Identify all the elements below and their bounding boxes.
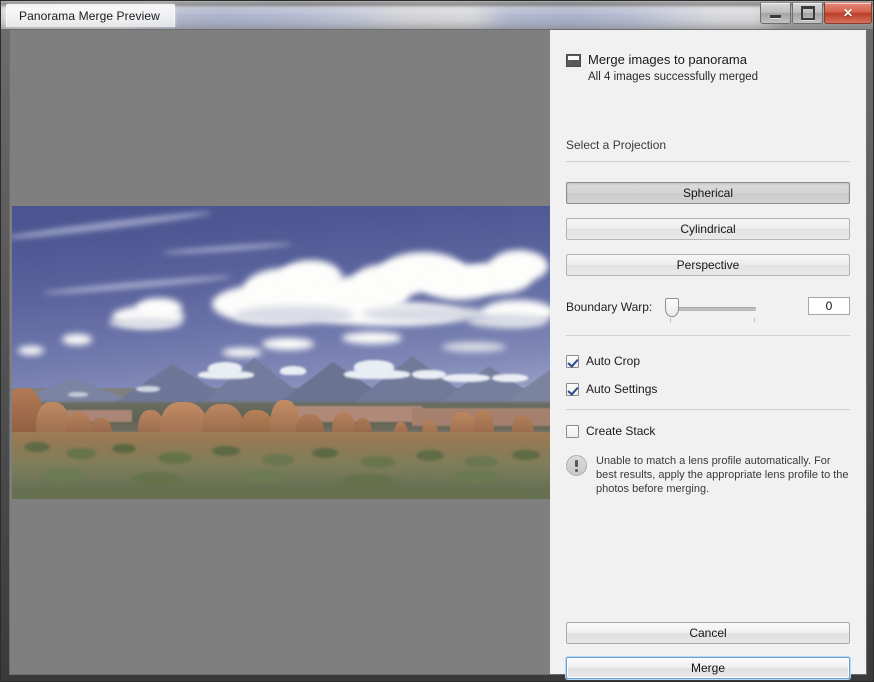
cancel-button[interactable]: Cancel [566, 622, 850, 644]
window-title: Panorama Merge Preview [19, 9, 160, 23]
close-button[interactable]: ✕ [824, 2, 872, 24]
projection-label-perspective: Perspective [676, 258, 740, 272]
picture-icon [566, 54, 581, 67]
panorama-image [12, 206, 550, 499]
checkbox-auto-settings[interactable]: Auto Settings [566, 382, 657, 396]
window-controls: ✕ [759, 2, 872, 24]
checkbox-auto-crop[interactable]: Auto Crop [566, 354, 640, 368]
minimize-icon [761, 3, 790, 23]
window-title-tab: Panorama Merge Preview [6, 4, 175, 27]
lens-profile-warning: Unable to match a lens profile automatic… [566, 454, 850, 496]
divider-checkboxes [566, 409, 850, 410]
minimize-button[interactable] [760, 2, 791, 24]
boundary-warp-slider-thumb[interactable] [665, 298, 679, 317]
panorama-preview-area[interactable] [10, 30, 550, 674]
panel-header-subtitle: All 4 images successfully merged [588, 71, 759, 83]
create-stack-checkbox-box[interactable] [566, 424, 579, 438]
auto-settings-label: Auto Settings [586, 382, 658, 396]
merge-button[interactable]: Merge [566, 657, 850, 679]
projection-button-perspective[interactable]: Perspective [566, 254, 850, 276]
create-stack-label: Create Stack [586, 424, 656, 438]
divider-slider [566, 335, 850, 336]
panorama-merge-window: Panorama Merge Preview ✕ Merge images to… [0, 0, 874, 682]
divider-projection [566, 161, 850, 162]
dialog-client-area: Merge images to panorama All 4 images su… [9, 29, 867, 679]
projection-label-cylindrical: Cylindrical [680, 222, 736, 236]
projection-section-label: Select a Projection [566, 138, 667, 152]
exclamation-icon [566, 455, 587, 476]
auto-settings-checkbox-box[interactable] [566, 382, 579, 396]
title-bar[interactable]: Panorama Merge Preview ✕ [1, 1, 873, 29]
close-icon: ✕ [842, 6, 854, 20]
projection-label-spherical: Spherical [682, 186, 734, 200]
boundary-warp-value[interactable]: 0 [808, 297, 850, 315]
boundary-warp-slider-track[interactable] [671, 307, 756, 311]
checkbox-create-stack[interactable]: Create Stack [566, 424, 655, 438]
panel-header-title: Merge images to panorama [588, 52, 747, 67]
projection-button-spherical[interactable]: Spherical [566, 182, 850, 204]
lens-profile-warning-text: Unable to match a lens profile automatic… [596, 455, 849, 495]
projection-button-cylindrical[interactable]: Cylindrical [566, 218, 850, 240]
merge-button-label: Merge [690, 661, 725, 675]
panel-header: Merge images to panorama [566, 52, 747, 67]
auto-crop-label: Auto Crop [586, 354, 641, 368]
maximize-icon [793, 3, 822, 23]
merge-settings-panel: Merge images to panorama All 4 images su… [550, 30, 866, 679]
cancel-button-label: Cancel [689, 626, 727, 640]
boundary-warp-label: Boundary Warp: [566, 300, 653, 314]
maximize-button[interactable] [792, 2, 823, 24]
boundary-warp-row: Boundary Warp: 0 [566, 297, 850, 322]
auto-crop-checkbox-box[interactable] [566, 354, 579, 368]
